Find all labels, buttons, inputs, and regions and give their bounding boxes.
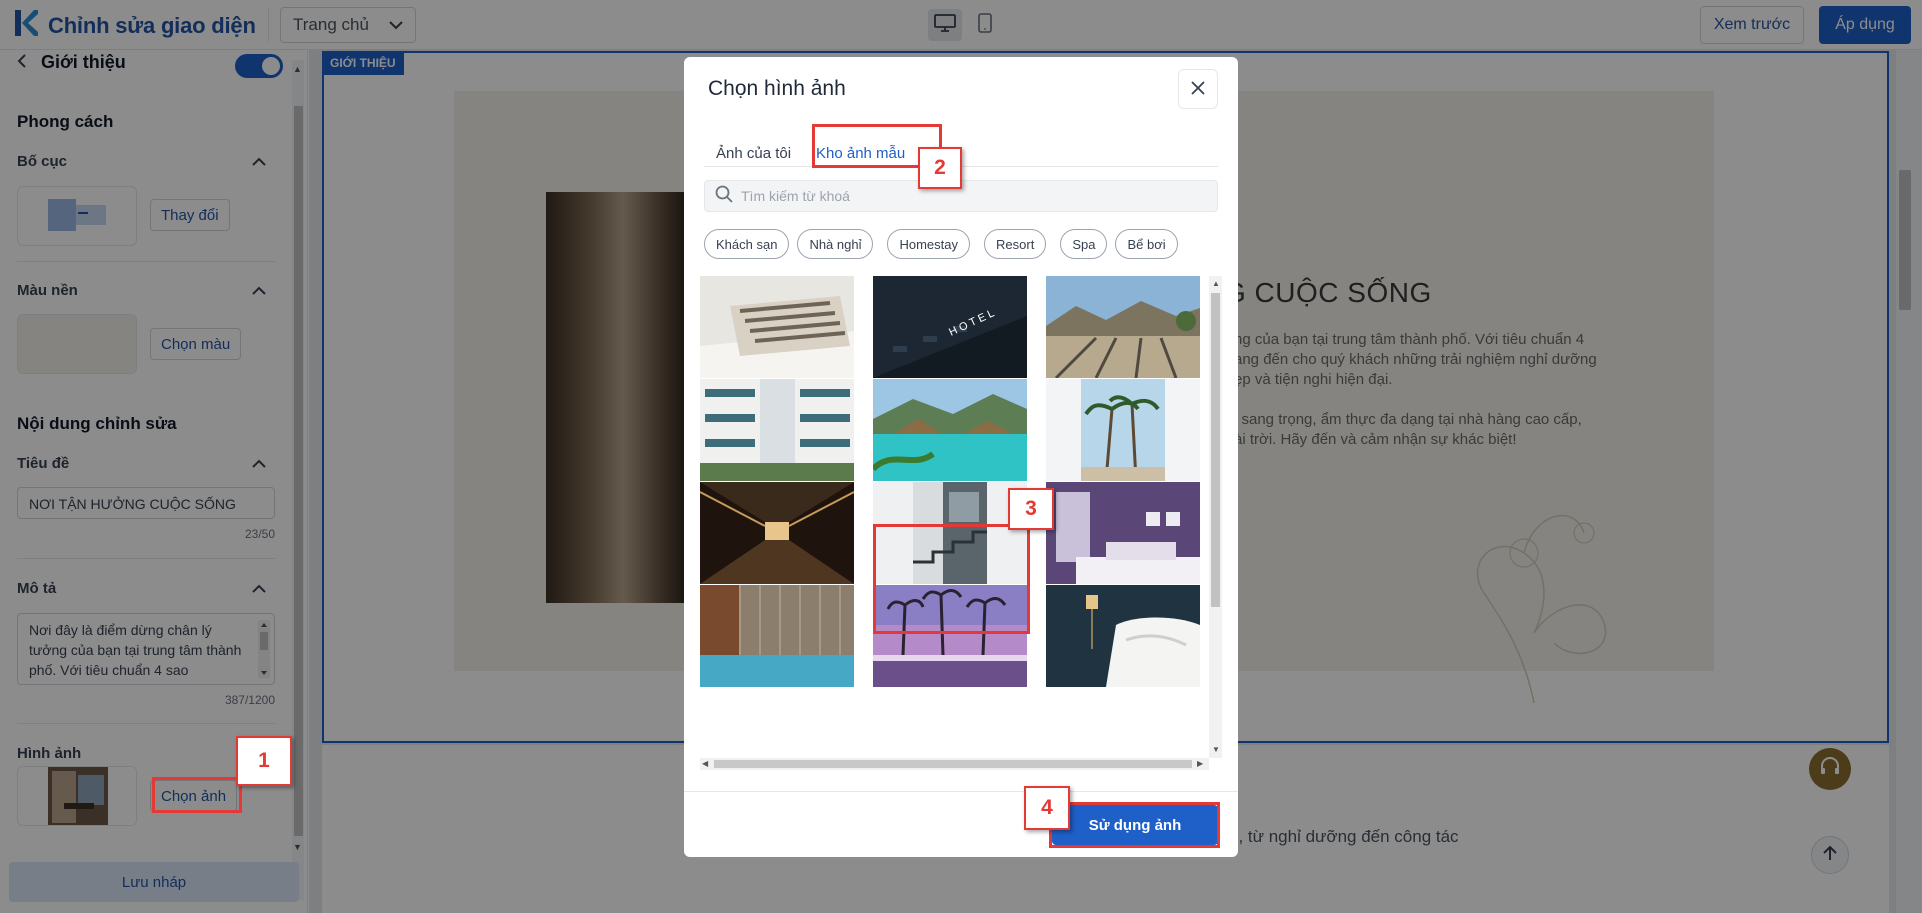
gallery-scrollbar-thumb[interactable] [1211, 293, 1220, 607]
gallery-image-hotel-corridor[interactable] [700, 482, 854, 584]
scroll-up-arrow-icon[interactable]: ▲ [1212, 280, 1220, 288]
modal-footer-divider [684, 791, 1238, 792]
gallery-image-hotel-balconies[interactable] [700, 379, 854, 481]
annotation-step-badge: 2 [918, 147, 962, 189]
category-filters: Khách sạn Nhà nghỉ Homestay Resort Spa B… [704, 229, 1178, 259]
filter-chip-hotel[interactable]: Khách sạn [704, 229, 790, 259]
filter-chip-pool[interactable]: Bể bơi [1115, 229, 1178, 259]
annotation-step-badge: 1 [236, 736, 292, 786]
annotation-highlight-use-image [1049, 802, 1220, 848]
filter-chip-homestay[interactable]: Homestay [887, 229, 971, 259]
gallery-image-indoor-pool[interactable] [700, 585, 854, 687]
close-icon [1191, 80, 1205, 98]
gallery-image-purple-bedroom[interactable] [1046, 482, 1200, 584]
filter-chip-guesthouse[interactable]: Nhà nghỉ [797, 229, 874, 259]
search-input[interactable] [741, 188, 1201, 204]
gallery-image-palm-trees[interactable] [1046, 379, 1200, 481]
scroll-left-arrow-icon[interactable]: ◀ [702, 760, 708, 768]
gallery-image-bed-pillows[interactable] [700, 276, 854, 378]
gallery-image-mountain-resort[interactable] [1046, 276, 1200, 378]
annotation-highlight-choose-image [152, 777, 242, 813]
tab-my-images[interactable]: Ảnh của tôi [704, 125, 803, 167]
modal-title: Chọn hình ảnh [708, 77, 846, 100]
filter-chip-spa[interactable]: Spa [1060, 229, 1108, 259]
gallery-image-hotel-sign-night[interactable]: H O T E L [873, 276, 1027, 378]
gallery-horizontal-scrollbar-thumb[interactable] [714, 760, 1192, 768]
annotation-step-badge: 4 [1024, 786, 1070, 830]
search-icon [715, 185, 733, 208]
gallery-image-dark-bedroom[interactable] [1046, 585, 1200, 687]
gallery-image-tropical-pool[interactable] [873, 379, 1027, 481]
annotation-highlight-selected-image [873, 524, 1030, 634]
filter-chip-resort[interactable]: Resort [984, 229, 1047, 259]
annotation-step-badge: 3 [1008, 488, 1054, 530]
scroll-down-arrow-icon[interactable]: ▼ [1212, 746, 1220, 754]
close-button[interactable] [1178, 69, 1218, 109]
scroll-right-arrow-icon[interactable]: ▶ [1197, 760, 1203, 768]
